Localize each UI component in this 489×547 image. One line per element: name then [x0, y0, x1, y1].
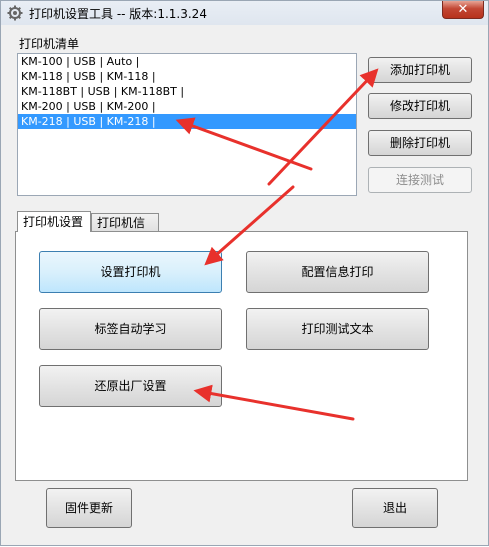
tab-printer-info[interactable]: 打印机信息 — [91, 213, 159, 248]
factory-reset-button[interactable]: 还原出厂设置 — [39, 365, 222, 407]
printer-list-label: 打印机清单 — [19, 37, 80, 51]
window-title: 打印机设置工具 -- 版本:1.1.3.24 — [29, 7, 207, 21]
firmware-update-button[interactable]: 固件更新 — [46, 488, 132, 528]
add-printer-button[interactable]: 添加打印机 — [368, 57, 472, 83]
list-item[interactable]: KM-200 | USB | KM-200 | — [18, 99, 356, 114]
tab-panel-printer-settings: 设置打印机 配置信息打印 标签自动学习 打印测试文本 还原出厂设置 — [15, 231, 468, 481]
list-item[interactable]: KM-100 | USB | Auto | — [18, 54, 356, 69]
connection-test-button[interactable]: 连接测试 — [368, 167, 472, 193]
close-icon: ✕ — [457, 2, 469, 17]
gear-icon — [7, 5, 23, 21]
config-info-print-button[interactable]: 配置信息打印 — [246, 251, 429, 293]
print-test-text-button[interactable]: 打印测试文本 — [246, 308, 429, 350]
delete-printer-button[interactable]: 删除打印机 — [368, 130, 472, 156]
app-window: 打印机设置工具 -- 版本:1.1.3.24 ✕ 打印机清单 KM-100 | … — [0, 0, 489, 546]
setup-printer-button[interactable]: 设置打印机 — [39, 251, 222, 293]
tab-printer-settings[interactable]: 打印机设置 — [17, 211, 91, 232]
exit-button[interactable]: 退出 — [352, 488, 438, 528]
list-item-selected[interactable]: KM-218 | USB | KM-218 | — [18, 114, 356, 129]
modify-printer-button[interactable]: 修改打印机 — [368, 93, 472, 119]
printer-listbox[interactable]: KM-100 | USB | Auto | KM-118 | USB | KM-… — [17, 53, 357, 196]
title-bar[interactable]: 打印机设置工具 -- 版本:1.1.3.24 ✕ — [1, 1, 488, 25]
close-button[interactable]: ✕ — [442, 1, 484, 19]
list-item[interactable]: KM-118BT | USB | KM-118BT | — [18, 84, 356, 99]
label-auto-learn-button[interactable]: 标签自动学习 — [39, 308, 222, 350]
list-item[interactable]: KM-118 | USB | KM-118 | — [18, 69, 356, 84]
